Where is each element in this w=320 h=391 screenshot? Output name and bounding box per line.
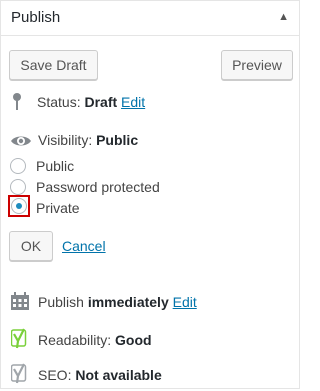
radio-password-protected-label[interactable]: Password protected <box>36 179 160 195</box>
seo-value: Not available <box>75 367 162 383</box>
save-draft-button[interactable]: Save Draft <box>9 50 98 80</box>
radio-private[interactable] <box>11 198 27 214</box>
preview-button[interactable]: Preview <box>221 50 293 80</box>
readability-label: Readability: <box>38 332 112 348</box>
publish-panel: Publish ▲ Save Draft Preview Status: Dra… <box>0 0 300 389</box>
publish-label: Publish <box>38 294 84 310</box>
eye-icon <box>11 136 31 146</box>
radio-password-protected[interactable] <box>10 179 26 195</box>
publish-row: Publish immediately Edit <box>38 294 197 310</box>
calendar-icon <box>11 292 29 310</box>
status-row: Status: Draft Edit <box>37 94 145 110</box>
readability-value: Good <box>115 332 152 348</box>
panel-header[interactable]: Publish ▲ <box>1 1 299 36</box>
publish-edit-link[interactable]: Edit <box>173 294 197 310</box>
status-label: Status: <box>37 94 81 110</box>
seo-label: SEO: <box>38 367 72 383</box>
yoast-readability-icon <box>11 328 27 349</box>
radio-public[interactable] <box>10 158 26 174</box>
radio-public-label[interactable]: Public <box>36 158 74 174</box>
visibility-row: Visibility: Public <box>38 132 138 148</box>
publish-value: immediately <box>87 294 169 310</box>
collapse-triangle-icon[interactable]: ▲ <box>278 11 289 23</box>
visibility-value: Public <box>96 132 139 148</box>
status-edit-link[interactable]: Edit <box>121 94 145 110</box>
yoast-seo-icon <box>11 363 27 384</box>
panel-title: Publish <box>11 9 61 26</box>
cancel-link[interactable]: Cancel <box>62 238 106 254</box>
ok-button[interactable]: OK <box>9 231 53 261</box>
visibility-label: Visibility: <box>38 132 93 148</box>
seo-row: SEO: Not available <box>38 367 162 383</box>
status-value: Draft <box>84 94 118 110</box>
pin-icon <box>13 93 21 110</box>
readability-row: Readability: Good <box>38 332 152 348</box>
radio-private-label[interactable]: Private <box>36 200 80 216</box>
